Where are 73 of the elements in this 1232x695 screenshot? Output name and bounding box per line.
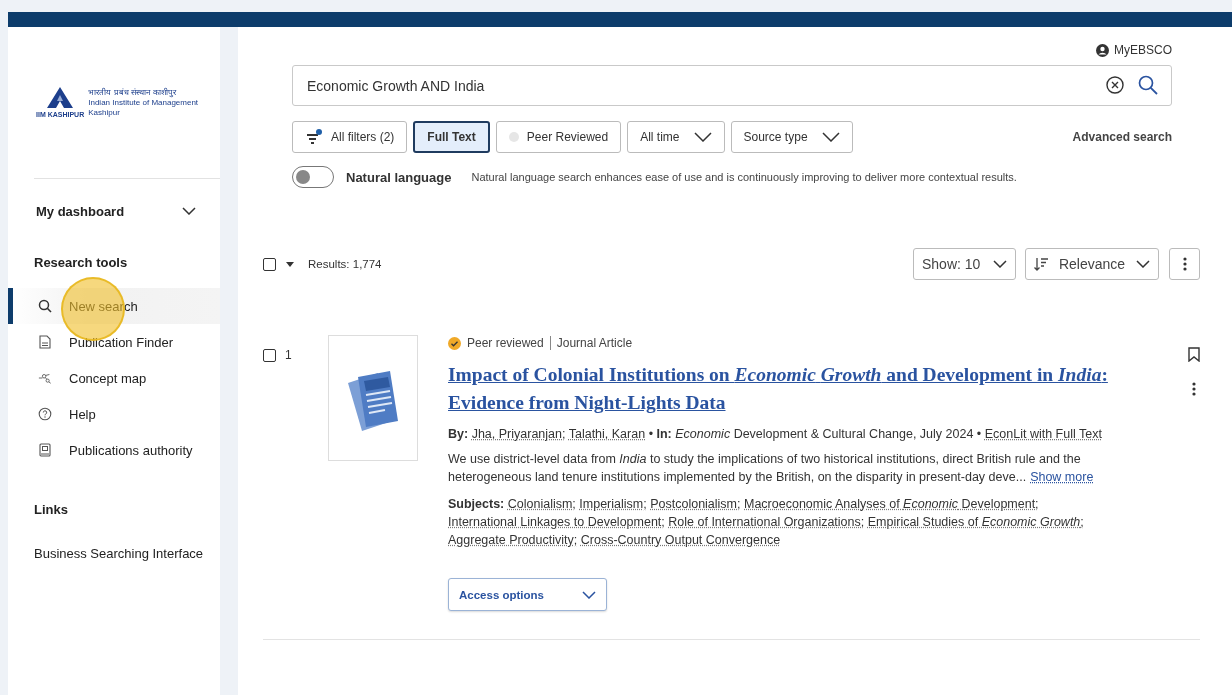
sidebar-item[interactable]: Publications authority: [8, 432, 220, 468]
toggle-label: Natural language: [346, 169, 452, 185]
triangle-logo-icon: [45, 86, 76, 110]
sidebar-item[interactable]: Concept map: [8, 360, 220, 396]
network-icon: [38, 371, 52, 385]
source-text: Economic Development & Cultural Change, July 2024: [675, 427, 974, 441]
chevron-down-icon: [993, 260, 1007, 268]
sidebar-item[interactable]: Publication Finder: [8, 324, 220, 360]
check-badge-icon: [448, 336, 461, 350]
account-link[interactable]: MyEBSCO: [1114, 43, 1172, 57]
page-size-dropdown[interactable]: Show: 10: [913, 248, 1016, 280]
field-label: In:: [656, 427, 672, 441]
peer-reviewed-label: Peer reviewed: [467, 335, 544, 352]
sidebar-item[interactable]: Business Searching Interface: [8, 535, 220, 571]
logo-hindi-text: भारतीय प्रबंध संस्थान काशीपुर: [88, 87, 177, 98]
subject-link[interactable]: Empirical Studies of Economic Growth;: [867, 515, 1084, 529]
document-type: Journal Article: [556, 335, 633, 352]
search-icon[interactable]: [1138, 75, 1158, 95]
sort-dropdown[interactable]: Relevance: [1025, 248, 1159, 280]
kebab-icon: [1182, 257, 1187, 271]
chevron-down-icon: [182, 207, 196, 215]
description-text: Natural language search enhances ease of use and is continuously improving to deliver more contextual results.: [471, 171, 1017, 183]
filter-chip[interactable]: Full Text: [413, 121, 490, 153]
section-heading: Research tools: [34, 255, 129, 270]
subject-link[interactable]: Imperialism;: [579, 497, 647, 511]
separator-dot: •: [648, 427, 653, 441]
logo-text: Indian Institute of Management Kashipur: [88, 97, 200, 118]
show-more-link[interactable]: Show more: [1030, 470, 1094, 484]
subject-link[interactable]: Aggregate Productivity;: [448, 533, 578, 547]
filter-chip[interactable]: Peer Reviewed: [495, 121, 622, 153]
subject-link[interactable]: Role of International Organizations;: [668, 515, 865, 529]
help-icon: [38, 407, 52, 421]
unchecked-icon: [508, 132, 519, 142]
chevron-down-icon: [693, 132, 712, 142]
chevron-down-icon: [1136, 260, 1150, 268]
search-icon: [38, 299, 52, 313]
database-link[interactable]: EconLit with Full Text: [984, 427, 1102, 441]
caret-icon[interactable]: [286, 261, 294, 267]
access-options-dropdown[interactable]: Access options: [448, 578, 607, 611]
chevron-down-icon: [821, 132, 840, 142]
subject-link[interactable]: Postcolonialism;: [650, 497, 741, 511]
chevron-down-icon: [582, 590, 596, 599]
separator-dot: •: [976, 427, 982, 441]
author-link[interactable]: Jha, Priyaranjan;: [471, 427, 566, 441]
subject-link[interactable]: International Linkages to Development;: [448, 515, 665, 529]
result-checkbox[interactable]: [263, 348, 276, 362]
advanced-search-link[interactable]: Advanced search: [1072, 130, 1172, 144]
kebab-icon[interactable]: [1192, 382, 1196, 396]
results-count: Results: 1,774: [308, 258, 382, 270]
user-icon: [1096, 43, 1109, 57]
field-label: Subjects:: [448, 497, 505, 511]
dashboard-menu[interactable]: My dashboard: [36, 201, 196, 221]
sidebar-item[interactable]: Help: [8, 396, 220, 432]
search-field[interactable]: Economic Growth AND India: [292, 65, 1172, 106]
book-icon: [39, 443, 51, 457]
select-all-checkbox[interactable]: [263, 257, 276, 271]
subject-link[interactable]: Cross-Country Output Convergence: [580, 533, 781, 547]
filter-icon: [305, 129, 323, 145]
result-title-link[interactable]: Impact of Colonial Institutions on Economic Growth and Development in India: Evidence from Night-Lights Data: [448, 361, 1113, 417]
sort-icon: [1034, 257, 1048, 271]
clear-icon[interactable]: [1106, 76, 1124, 94]
subject-link[interactable]: Colonialism;: [507, 497, 576, 511]
abstract-text: We use district-level data from India to study the implications of two historical institutions, direct British rule and the heterogeneous land tenure institutions implemented by the British, on the disparity in present-day deve... Show more: [448, 451, 1095, 486]
subject-link[interactable]: Macroeconomic Analyses of Economic Development;: [744, 497, 1039, 511]
result-number: 1: [285, 348, 292, 362]
bookmark-icon[interactable]: [1188, 347, 1200, 362]
filter-dropdown[interactable]: All time: [627, 121, 725, 153]
author-link[interactable]: Talathi, Karan: [568, 427, 646, 441]
field-label: By:: [448, 427, 469, 441]
section-heading: Links: [34, 502, 69, 517]
document-icon: [39, 335, 51, 349]
filters-button[interactable]: All filters (2): [292, 121, 408, 153]
filter-dropdown[interactable]: Source type: [730, 121, 853, 153]
